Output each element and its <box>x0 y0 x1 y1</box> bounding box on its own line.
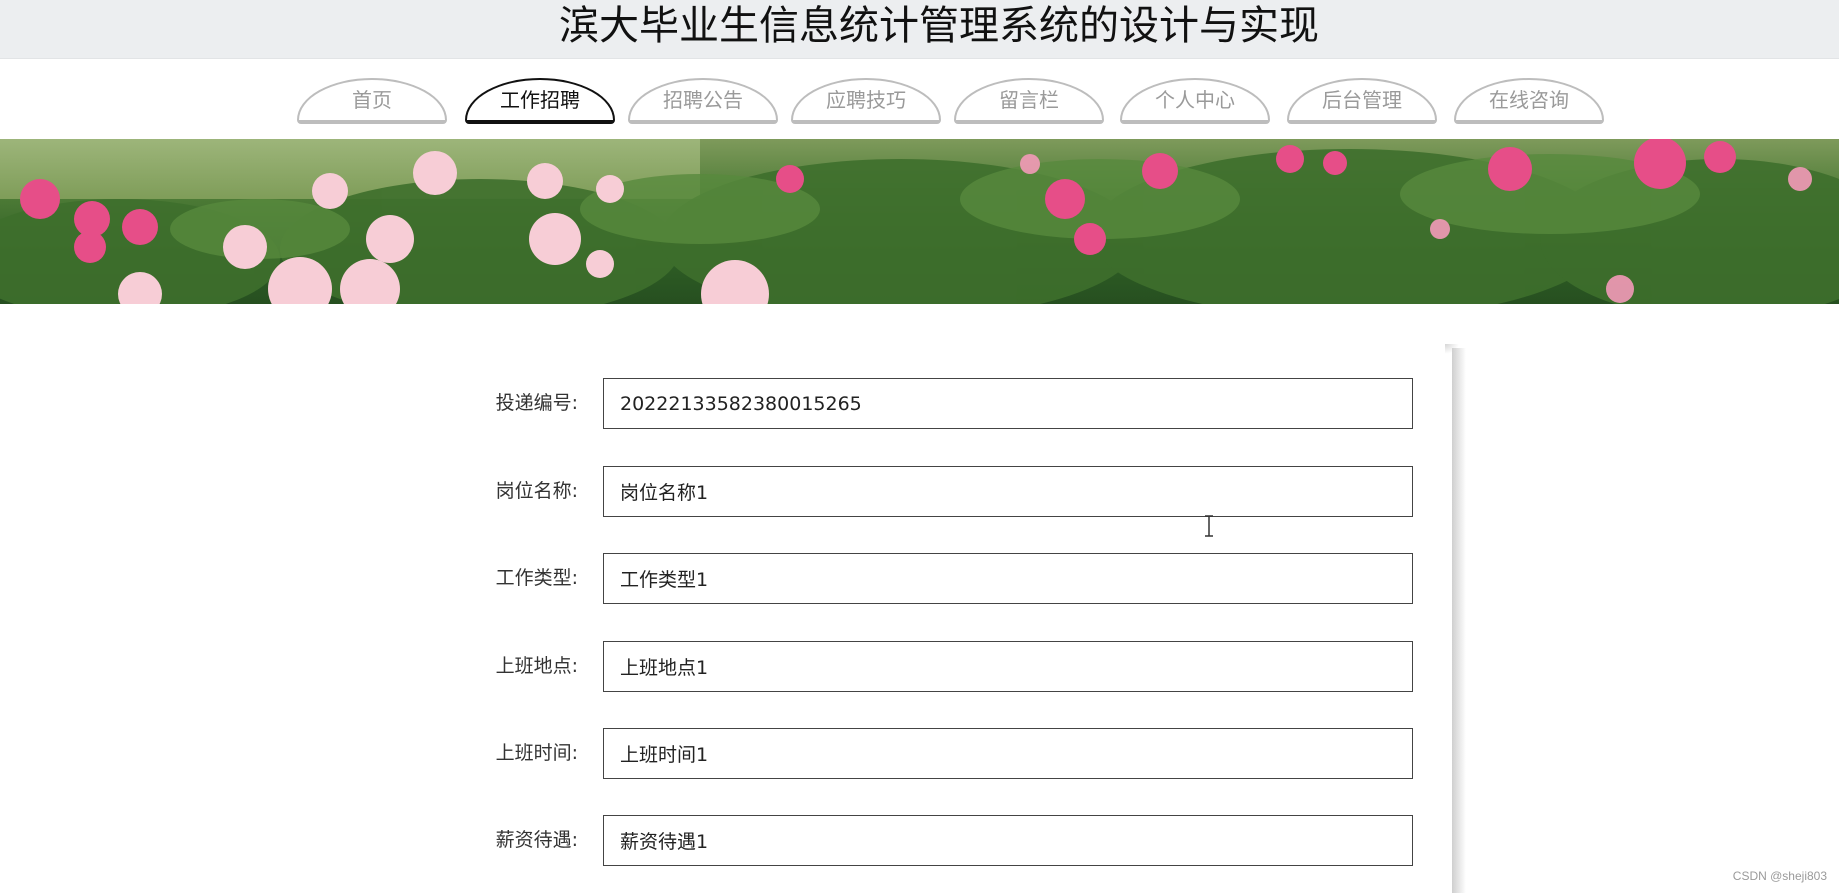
form-row-work-location: 上班地点: <box>0 641 1839 693</box>
nav-tab-application-tips[interactable]: 应聘技巧 <box>791 78 941 124</box>
form-row-job-type: 工作类型: <box>0 553 1839 605</box>
nav-tab-message-board[interactable]: 留言栏 <box>954 78 1104 124</box>
delivery-id-input[interactable] <box>603 378 1413 429</box>
work-location-label: 上班地点: <box>495 655 578 677</box>
job-type-input[interactable] <box>603 553 1413 604</box>
salary-input[interactable] <box>603 815 1413 866</box>
salary-label: 薪资待遇: <box>495 829 578 851</box>
form-row-delivery-id: 投递编号: <box>0 378 1839 430</box>
nav-tab-personal-center[interactable]: 个人中心 <box>1120 78 1270 124</box>
work-location-input[interactable] <box>603 641 1413 692</box>
title-bar: 滨大毕业生信息统计管理系统的设计与实现 <box>0 0 1839 59</box>
banner-flowers <box>0 139 1839 304</box>
nav-tab-online-consult[interactable]: 在线咨询 <box>1454 78 1604 124</box>
delivery-id-label: 投递编号: <box>495 392 578 414</box>
form-content: 投递编号: 岗位名称: 工作类型: 上班地点: 上班时间: 薪资待遇: <box>0 304 1839 893</box>
watermark: CSDN @sheji803 <box>1732 869 1827 883</box>
banner-image <box>0 139 1839 304</box>
site-title: 滨大毕业生信息统计管理系统的设计与实现 <box>559 3 1319 49</box>
nav-tab-recruitment-notice[interactable]: 招聘公告 <box>628 78 778 124</box>
nav-tab-admin[interactable]: 后台管理 <box>1287 78 1437 124</box>
position-name-input[interactable] <box>603 466 1413 517</box>
work-hours-input[interactable] <box>603 728 1413 779</box>
job-type-label: 工作类型: <box>495 567 578 589</box>
form-row-position-name: 岗位名称: <box>0 466 1839 518</box>
position-name-label: 岗位名称: <box>495 480 578 502</box>
form-row-work-hours: 上班时间: <box>0 728 1839 780</box>
form-row-salary: 薪资待遇: <box>0 815 1839 867</box>
main-nav: 首页 工作招聘 招聘公告 应聘技巧 留言栏 个人中心 后台管理 在线咨询 <box>0 59 1839 139</box>
nav-tab-job-recruitment[interactable]: 工作招聘 <box>465 78 615 124</box>
nav-tab-home[interactable]: 首页 <box>297 78 447 124</box>
work-hours-label: 上班时间: <box>495 742 578 764</box>
text-cursor-icon <box>1205 515 1213 537</box>
